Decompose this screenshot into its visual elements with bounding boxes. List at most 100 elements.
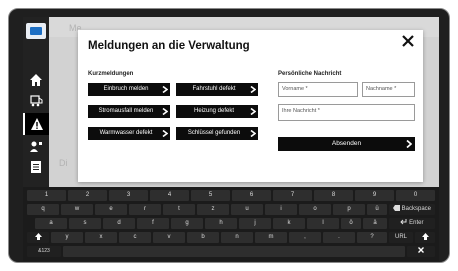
key-p[interactable]: p bbox=[333, 204, 365, 215]
key-c[interactable]: c bbox=[119, 232, 151, 243]
hot-water-button[interactable]: Warmwasser defekt bbox=[88, 127, 170, 140]
key-ue[interactable]: ü bbox=[367, 204, 387, 215]
power-outage-button[interactable]: Stromausfall melden bbox=[88, 105, 170, 118]
power-outage-button-label: Stromausfall melden bbox=[98, 108, 154, 114]
elevator-button-label: Fahrstuhl defekt bbox=[192, 86, 236, 92]
url-key[interactable]: URL bbox=[389, 232, 413, 243]
key-y[interactable]: y bbox=[51, 232, 83, 243]
key-m[interactable]: m bbox=[255, 232, 287, 243]
document-icon[interactable] bbox=[29, 160, 43, 174]
key-ae[interactable]: ä bbox=[363, 218, 387, 229]
tablet-frame: Me Di Meldungen an die Verwaltung Kurzme… bbox=[8, 8, 450, 263]
chevron-right-icon bbox=[162, 108, 168, 115]
backspace-key-label: Backspace bbox=[401, 206, 432, 212]
message-field[interactable]: Ihre Nachricht * bbox=[278, 104, 415, 121]
shift-left-key[interactable] bbox=[27, 232, 49, 243]
key-e[interactable]: e bbox=[95, 204, 127, 215]
onscreen-keyboard: 1 2 3 4 5 6 7 8 9 0 q w e r t z u i o p … bbox=[23, 187, 439, 261]
key-question[interactable]: ? bbox=[357, 232, 387, 243]
elevator-button[interactable]: Fahrstuhl defekt bbox=[176, 83, 258, 96]
app-logo bbox=[26, 23, 46, 39]
chevron-right-icon bbox=[250, 108, 256, 115]
key-8[interactable]: 8 bbox=[314, 190, 353, 201]
sidebar bbox=[23, 17, 49, 187]
enter-key[interactable]: Enter bbox=[389, 218, 435, 229]
enter-key-label: Enter bbox=[409, 220, 424, 226]
backspace-key[interactable]: Backspace bbox=[389, 204, 435, 215]
key-0[interactable]: 0 bbox=[396, 190, 435, 201]
key-x[interactable]: x bbox=[85, 232, 117, 243]
key-period[interactable]: . bbox=[323, 232, 355, 243]
key-q[interactable]: q bbox=[27, 204, 59, 215]
key-z[interactable]: z bbox=[197, 204, 229, 215]
key-3[interactable]: 3 bbox=[109, 190, 148, 201]
firstname-field[interactable]: Vorname * bbox=[278, 82, 358, 97]
chevron-right-icon bbox=[250, 130, 256, 137]
burglary-button[interactable]: Einbruch melden bbox=[88, 83, 170, 96]
key-i[interactable]: i bbox=[265, 204, 297, 215]
warning-icon bbox=[30, 117, 44, 131]
key-r[interactable]: r bbox=[129, 204, 161, 215]
key-1[interactable]: 1 bbox=[27, 190, 66, 201]
lastname-field[interactable]: Nachname * bbox=[362, 82, 415, 97]
key-f[interactable]: f bbox=[137, 218, 169, 229]
backspace-icon bbox=[392, 205, 400, 212]
key-j[interactable]: j bbox=[239, 218, 271, 229]
send-button[interactable]: Absenden bbox=[278, 137, 415, 151]
report-dialog: Meldungen an die Verwaltung Kurzmeldunge… bbox=[78, 30, 423, 182]
key-n[interactable]: n bbox=[221, 232, 253, 243]
home-icon[interactable] bbox=[29, 73, 43, 87]
key-u[interactable]: u bbox=[231, 204, 263, 215]
app-screen: Me Di Meldungen an die Verwaltung Kurzme… bbox=[23, 17, 439, 187]
key-9[interactable]: 9 bbox=[355, 190, 394, 201]
key-2[interactable]: 2 bbox=[68, 190, 107, 201]
keyboard-row-numbers: 1 2 3 4 5 6 7 8 9 0 bbox=[27, 190, 435, 202]
enter-icon bbox=[400, 219, 407, 225]
keyboard-row-yxcv: y x c v b n m , . ? URL bbox=[27, 232, 435, 244]
keyboard-row-qwertz: q w e r t z u i o p ü Backspace bbox=[27, 204, 435, 216]
key-6[interactable]: 6 bbox=[232, 190, 271, 201]
key-v[interactable]: v bbox=[153, 232, 185, 243]
sidebar-item-alerts[interactable] bbox=[23, 113, 49, 135]
chevron-right-icon bbox=[406, 140, 412, 148]
key-k[interactable]: k bbox=[273, 218, 305, 229]
key-found-button-label: Schlüssel gefunden bbox=[187, 130, 241, 136]
key-w[interactable]: w bbox=[61, 204, 93, 215]
key-h[interactable]: h bbox=[205, 218, 237, 229]
close-keyboard-icon bbox=[418, 247, 424, 254]
space-key[interactable] bbox=[63, 246, 405, 257]
key-7[interactable]: 7 bbox=[273, 190, 312, 201]
key-l[interactable]: l bbox=[307, 218, 339, 229]
keyboard-row-bottom: &123 bbox=[27, 246, 435, 258]
key-s[interactable]: s bbox=[69, 218, 101, 229]
shift-icon bbox=[34, 232, 42, 240]
burglary-button-label: Einbruch melden bbox=[103, 86, 149, 92]
key-oe[interactable]: ö bbox=[341, 218, 361, 229]
key-comma[interactable]: , bbox=[289, 232, 321, 243]
shift-right-key[interactable] bbox=[415, 232, 435, 243]
numbers-mode-key[interactable]: &123 bbox=[27, 246, 61, 257]
key-5[interactable]: 5 bbox=[191, 190, 230, 201]
shift-icon bbox=[421, 232, 429, 240]
personal-message-label: Persönliche Nachricht bbox=[278, 71, 342, 77]
key-g[interactable]: g bbox=[171, 218, 203, 229]
resident-icon[interactable] bbox=[29, 140, 43, 154]
quick-reports-label: Kurzmeldungen bbox=[88, 71, 134, 77]
hide-keyboard-key[interactable] bbox=[407, 246, 435, 257]
chevron-right-icon bbox=[162, 86, 168, 93]
key-a[interactable]: a bbox=[35, 218, 67, 229]
key-t[interactable]: t bbox=[163, 204, 195, 215]
heating-button[interactable]: Heizung defekt bbox=[176, 105, 258, 118]
key-4[interactable]: 4 bbox=[150, 190, 189, 201]
chevron-right-icon bbox=[250, 86, 256, 93]
close-icon[interactable] bbox=[401, 34, 415, 48]
heating-button-label: Heizung defekt bbox=[193, 108, 235, 114]
dialog-title: Meldungen an die Verwaltung bbox=[88, 40, 250, 52]
key-b[interactable]: b bbox=[187, 232, 219, 243]
keyboard-row-asdf: a s d f g h j k l ö ä Enter bbox=[27, 218, 435, 230]
key-o[interactable]: o bbox=[299, 204, 331, 215]
key-d[interactable]: d bbox=[103, 218, 135, 229]
key-found-button[interactable]: Schlüssel gefunden bbox=[176, 127, 258, 140]
car-service-icon[interactable] bbox=[29, 93, 43, 107]
chevron-right-icon bbox=[162, 130, 168, 137]
